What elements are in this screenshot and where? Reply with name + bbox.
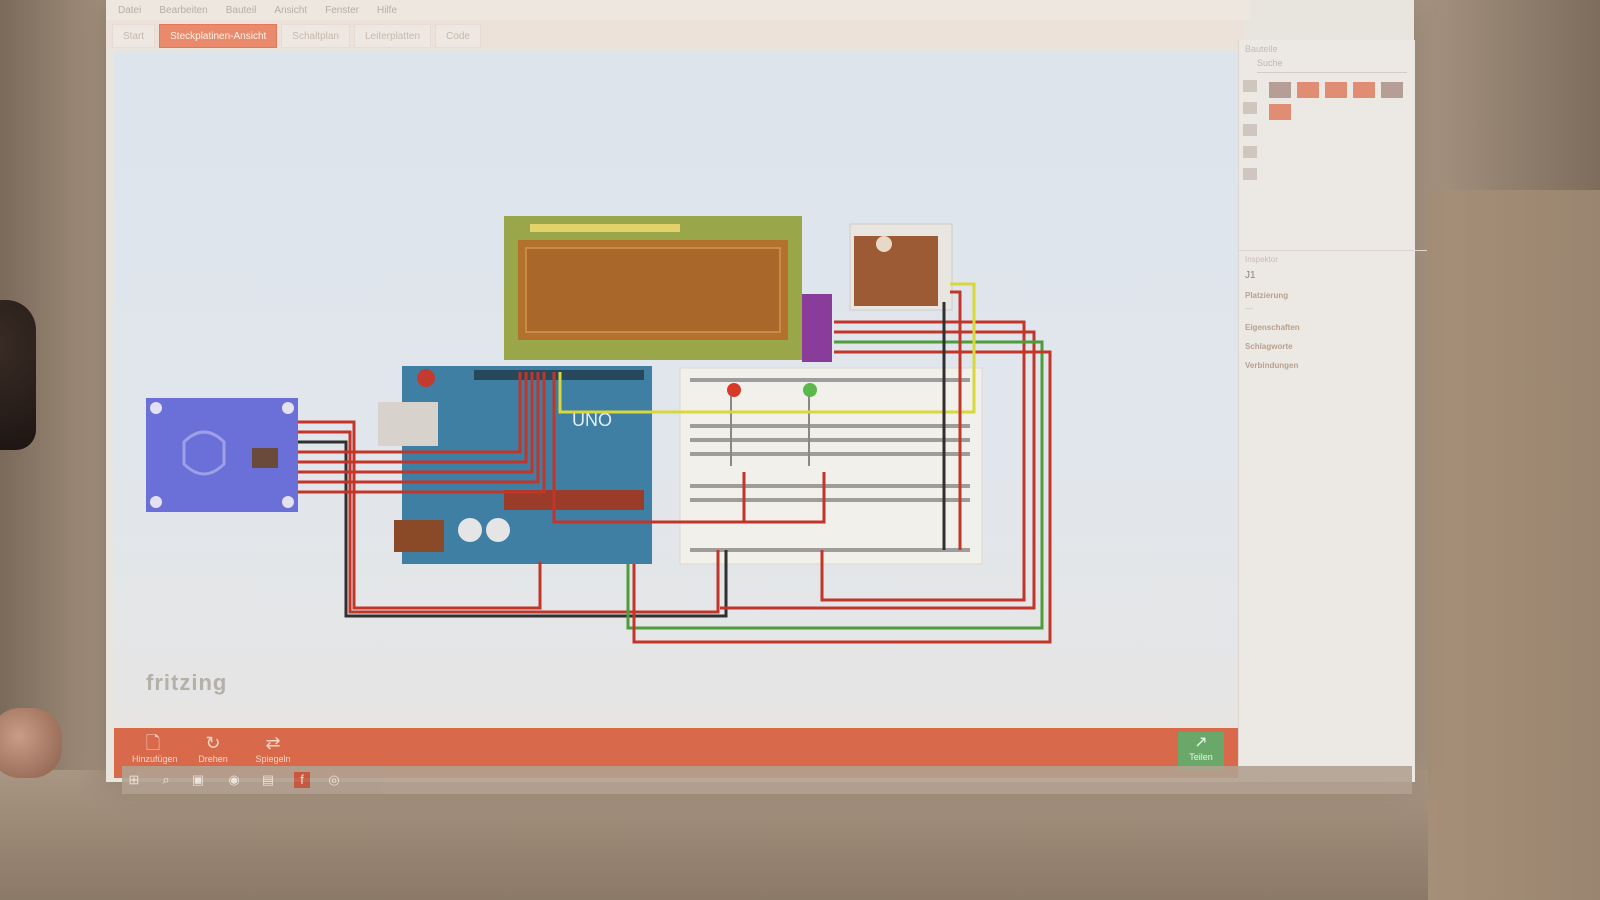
right-dock: Bauteile Suche Inspektor J1 Platzierung … <box>1238 40 1427 782</box>
section-placement: Platzierung <box>1245 291 1289 300</box>
flip-label: Spiegeln <box>255 754 291 764</box>
share-label: Teilen <box>1189 752 1213 762</box>
projected-screen: Datei Bearbeiten Bauteil Ansicht Fenster… <box>106 0 1427 782</box>
parts-panel-title: Bauteile <box>1245 44 1278 54</box>
windows-taskbar: ⊞ ⌕ ▣ ◉ ▤ f ◎ <box>122 766 1412 794</box>
explorer-icon[interactable]: ▤ <box>260 772 276 788</box>
section-connections: Verbindungen <box>1245 361 1299 370</box>
servo-motor[interactable] <box>849 223 953 311</box>
search-icon[interactable]: ⌕ <box>158 772 174 788</box>
flip-icon: ⇄ <box>265 733 281 753</box>
menu-datei[interactable]: Datei <box>118 5 141 16</box>
share-icon: ↗ <box>1194 734 1208 751</box>
windows-start-icon[interactable]: ⊞ <box>126 772 142 788</box>
view-tab-bar: Start Steckplatinen-Ansicht Schaltplan L… <box>106 20 1244 48</box>
menu-ansicht[interactable]: Ansicht <box>274 5 307 16</box>
fritzing-logo: fritzing <box>146 670 228 695</box>
tab-start[interactable]: Start <box>112 24 156 48</box>
presenter-head <box>0 300 36 450</box>
menu-bauteil[interactable]: Bauteil <box>226 5 257 16</box>
breadboard[interactable] <box>679 367 983 565</box>
section-properties: Eigenschaften <box>1245 323 1300 332</box>
part-thumbnail[interactable] <box>1353 82 1375 98</box>
tab-breadboard[interactable]: Steckplatinen-Ansicht <box>159 24 278 48</box>
room-wall <box>1428 190 1600 900</box>
part-thumbnail[interactable] <box>1269 104 1291 120</box>
task-view-icon[interactable]: ▣ <box>190 772 206 788</box>
location-field[interactable]: — <box>1245 304 1421 313</box>
arduino-parts-icon[interactable] <box>1243 146 1257 158</box>
i2c-module[interactable] <box>802 294 832 362</box>
menu-hilfe[interactable]: Hilfe <box>377 5 397 16</box>
part-thumbnail[interactable] <box>1381 82 1403 98</box>
tab-schematic[interactable]: Schaltplan <box>281 24 350 48</box>
tab-code[interactable]: Code <box>435 24 481 48</box>
parts-bin-icons <box>1243 80 1259 180</box>
tab-pcb[interactable]: Leiterplatten <box>354 24 432 48</box>
breadboard-canvas[interactable]: UNO fritzing <box>114 52 1238 724</box>
menu-bearbeiten[interactable]: Bearbeiten <box>159 5 207 16</box>
core-parts-icon[interactable] <box>1243 102 1257 114</box>
part-thumbnail[interactable] <box>1325 82 1347 98</box>
fritzing-icon[interactable]: f <box>294 772 310 788</box>
media-icon[interactable]: ◎ <box>326 772 342 788</box>
arduino-uno[interactable]: UNO <box>378 366 652 564</box>
circuit-diagram: UNO <box>146 216 1052 644</box>
mine-parts-icon[interactable] <box>1243 124 1257 136</box>
flip-button[interactable]: ⇄ Spiegeln <box>252 732 294 764</box>
part-thumbnail[interactable] <box>1297 82 1319 98</box>
rotate-button[interactable]: ↻ Drehen <box>192 732 234 764</box>
menu-bar: Datei Bearbeiten Bauteil Ansicht Fenster… <box>106 0 1250 20</box>
section-tags: Schlagworte <box>1245 342 1293 351</box>
part-thumbnail[interactable] <box>1269 82 1291 98</box>
inspector-part-name: J1 <box>1245 270 1256 281</box>
inspector-title: Inspektor <box>1245 255 1278 264</box>
add-note-label: Hinzufügen <box>132 754 178 764</box>
presenter-hand <box>0 708 62 778</box>
parts-grid <box>1269 82 1409 120</box>
rotate-label: Drehen <box>198 754 228 764</box>
add-note-icon: 🗋 <box>145 733 161 753</box>
add-note-button[interactable]: 🗋 Hinzufügen <box>132 732 178 764</box>
rotate-icon: ↻ <box>205 733 221 753</box>
inspector-panel: Inspektor J1 Platzierung — Eigenschaften… <box>1239 250 1427 374</box>
menu-fenster[interactable]: Fenster <box>325 5 359 16</box>
search-icon[interactable] <box>1243 80 1257 92</box>
lcd-display[interactable] <box>504 216 802 360</box>
sparkfun-parts-icon[interactable] <box>1243 168 1257 180</box>
rfid-module[interactable] <box>146 398 298 512</box>
parts-search-input[interactable]: Suche <box>1257 58 1407 73</box>
browser-icon[interactable]: ◉ <box>226 772 242 788</box>
